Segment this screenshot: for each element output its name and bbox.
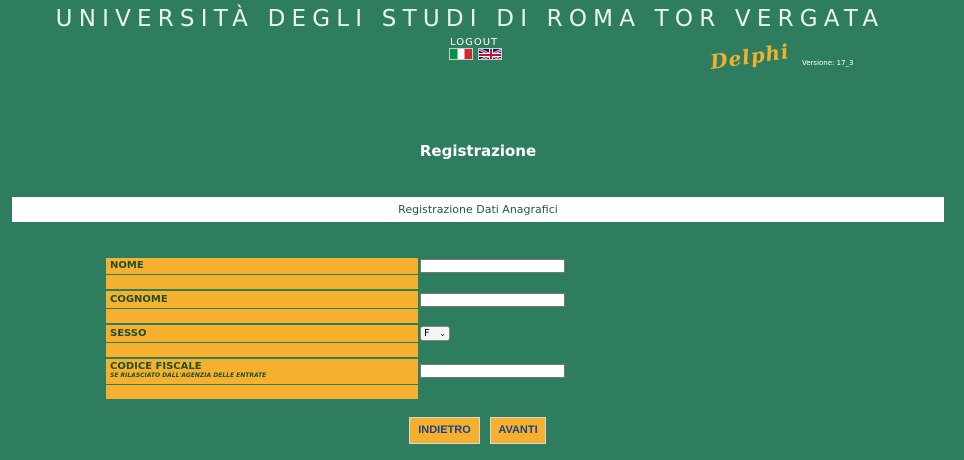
delphi-logo: Delphi xyxy=(708,39,792,74)
codice-fiscale-label-text: CODICE FISCALE xyxy=(110,361,202,372)
sesso-spacer xyxy=(106,343,418,357)
sesso-select[interactable]: F ⌄ xyxy=(420,326,450,341)
codice-fiscale-spacer xyxy=(106,385,418,399)
uk-flag-icon[interactable] xyxy=(478,48,502,60)
nome-label: NOME xyxy=(106,258,418,274)
cognome-input[interactable] xyxy=(420,293,565,307)
nome-input[interactable] xyxy=(420,259,565,273)
cognome-label: COGNOME xyxy=(106,291,418,308)
codice-fiscale-input[interactable] xyxy=(420,364,565,378)
sesso-label-text: SESSO xyxy=(110,328,147,339)
section-title-bar: Registrazione Dati Anagrafici xyxy=(12,197,944,222)
cognome-label-text: COGNOME xyxy=(110,294,168,305)
university-title: UNIVERSITÀ DEGLI STUDI DI ROMA TOR VERGA… xyxy=(55,6,885,32)
nome-spacer xyxy=(106,275,418,289)
next-button[interactable]: AVANTI xyxy=(490,417,546,444)
version-label: Versione: 17_3 xyxy=(802,59,854,67)
codice-fiscale-label: CODICE FISCALE SE RILASCIATO DALL'AGENZI… xyxy=(106,359,418,384)
nome-label-text: NOME xyxy=(110,260,144,271)
cognome-spacer xyxy=(106,309,418,323)
sesso-label: SESSO xyxy=(106,325,418,342)
logout-link[interactable]: LOGOUT xyxy=(450,37,498,48)
chevron-down-icon: ⌄ xyxy=(439,329,446,338)
back-button[interactable]: INDIETRO xyxy=(409,417,480,444)
page-title: Registrazione xyxy=(419,142,537,160)
italian-flag-icon[interactable] xyxy=(449,48,473,60)
sesso-selected-value: F xyxy=(424,328,430,339)
codice-fiscale-sublabel: SE RILASCIATO DALL'AGENZIA DELLE ENTRATE xyxy=(110,372,267,379)
